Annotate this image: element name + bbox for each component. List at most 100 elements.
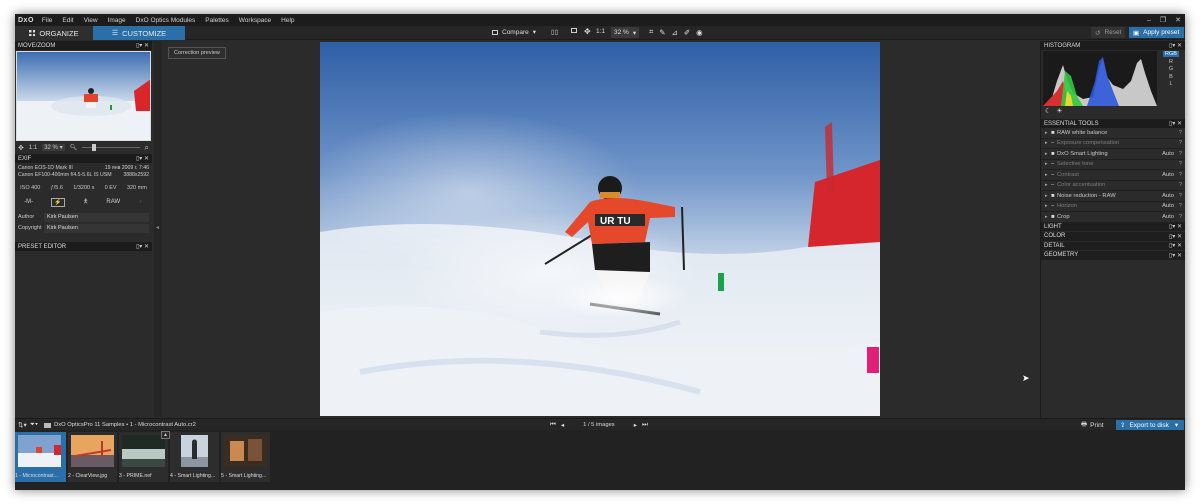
zoom-in-icon[interactable]: ⌕ [145,143,149,153]
movezoom-zoom-select[interactable]: 32 % ▾ [42,144,65,151]
tool-row[interactable]: ▸ – Selective tone? [1041,160,1185,170]
tool-row[interactable]: ▸ ■ Crop Auto? [1041,212,1185,223]
close-icon[interactable]: ✕ [1175,16,1181,24]
tool-row[interactable]: ▸ – Exposure compensation? [1041,139,1185,149]
app-window: DxO File Edit View Image DxO Optics Modu… [15,14,1185,490]
movezoom-controls: ✥ 1:1 32 % ▾ 🔍︎ ⌕ [18,143,149,152]
panel-controls-icon[interactable]: ▯▾ ✕ [1169,42,1182,49]
tool-row[interactable]: ▸ ■ DxO Smart Lighting Auto? [1041,149,1185,160]
zoom-out-icon[interactable]: 🔍︎ [70,144,78,151]
highlight-clip-icon[interactable]: ☀ [1056,107,1062,115]
menu-optics-modules[interactable]: DxO Optics Modules [136,17,196,24]
help-icon[interactable]: ? [1174,161,1182,167]
print-button[interactable]: 🖶︎ Print [1081,420,1104,430]
main-photo[interactable]: UR TU [320,42,880,416]
tool-row[interactable]: ▸ – Contrast Auto? [1041,170,1185,181]
navigator-thumbnail[interactable] [16,51,151,141]
tab-customize[interactable]: ☰ CUSTOMIZE [93,26,185,40]
help-icon[interactable]: ? [1174,193,1182,199]
tool-value: Auto [1162,203,1174,210]
panel-controls-icon[interactable]: ▯▾ ✕ [1169,233,1182,240]
tab-organize[interactable]: ORGANIZE [15,26,93,40]
filter-icon[interactable]: ⏷▾ [30,421,38,429]
menu-palettes[interactable]: Palettes [205,17,229,24]
panel-controls-icon[interactable]: ▯▾ ✕ [1169,252,1182,259]
next-image-icon[interactable]: ▸ [634,421,637,429]
channel-r[interactable]: R [1169,59,1173,65]
move-tool-button[interactable]: ✥ [584,27,591,36]
channel-g[interactable]: G [1169,66,1173,72]
minimize-icon[interactable]: – [1147,17,1151,24]
menu-help[interactable]: Help [281,17,294,24]
panel-controls-icon[interactable]: ▯▾ ✕ [136,243,149,250]
fit-button[interactable] [571,28,577,33]
help-icon[interactable]: ? [1174,214,1182,220]
zoom-select[interactable]: 32 % ▾ [611,27,640,38]
author-field[interactable]: Kirk Paulsen [44,212,149,222]
image-viewer[interactable]: Correction preview UR TU ➤ [162,41,1040,417]
tool-row[interactable]: ▸ ■ Noise reduction - RAW Auto? [1041,191,1185,202]
panel-controls-icon[interactable]: ▯▾ ✕ [1169,242,1182,249]
tool-row[interactable]: ▸ ■ RAW white balance? [1041,128,1185,139]
filmstrip-item[interactable]: 3 - PRIME.nef [119,432,168,482]
chevron-down-icon: ▾ [532,29,536,36]
crop-icon[interactable]: ⌗ [649,27,653,37]
menu-workspace[interactable]: Workspace [239,17,271,24]
tool-row[interactable]: ▸ – Horizon Auto? [1041,202,1185,212]
compare-button[interactable]: Compare ▾ [492,28,536,36]
menu-file[interactable]: File [42,17,52,24]
channel-rgb[interactable]: RGB [1163,51,1179,57]
ratio-button[interactable]: 1:1 [596,28,605,35]
help-icon[interactable]: ? [1174,151,1182,157]
channel-l[interactable]: L [1169,81,1172,87]
first-image-icon[interactable]: ⏮ [550,421,556,429]
export-button[interactable]: ⇪ Export to disk ▾ [1116,420,1184,430]
preset-editor-header[interactable]: PRESET EDITOR ▯▾ ✕ [15,242,152,251]
exif-raw: RAW [106,199,121,205]
reset-button[interactable]: ↺ Reset [1091,27,1126,38]
copyright-field[interactable]: Kirk Paulsen [44,223,149,233]
filmstrip-item[interactable]: 4 - Smart Lighting... ▲ [161,431,219,482]
menu-edit[interactable]: Edit [62,17,73,24]
restore-icon[interactable]: ❐ [1160,16,1166,24]
brush-icon[interactable]: ✐ [684,28,690,37]
channel-b[interactable]: B [1169,74,1173,80]
zoom-slider-handle[interactable] [92,144,97,151]
panel-controls-icon[interactable]: ▯▾ ✕ [1169,223,1182,230]
palette-section[interactable]: LIGHT ▯▾ ✕ [1041,222,1185,232]
filmstrip-item[interactable]: 2 - ClearView.jpg [68,432,117,482]
zoom-slider[interactable] [82,144,140,151]
sort-icon[interactable]: ⇅▾ [18,421,27,429]
help-icon[interactable]: ? [1174,203,1182,209]
eye-icon[interactable]: ◉ [696,28,703,37]
menu-view[interactable]: View [84,17,98,24]
panel-controls-icon[interactable]: ▯▾ ✕ [136,155,149,162]
menu-image[interactable]: Image [108,17,126,24]
filmstrip-item[interactable]: 1 - Microcontrast... [15,432,66,482]
compare-icon [492,29,498,35]
help-icon[interactable]: ? [1174,130,1182,136]
movezoom-ratio[interactable]: 1:1 [29,145,37,151]
move-icon[interactable]: ✥ [18,144,24,152]
palette-section[interactable]: DETAIL ▯▾ ✕ [1041,241,1185,251]
tool-row[interactable]: ▸ – Color accentuation? [1041,181,1185,191]
exif-focal: 320 mm [126,185,147,191]
panel-controls-icon[interactable]: ▯▾ ✕ [1169,120,1182,127]
picker-icon[interactable]: ✎ [659,28,665,37]
apply-preset-button[interactable]: ▣ Apply preset [1129,27,1184,38]
left-panel-collapse[interactable]: ◂ [154,41,162,417]
split-view-button[interactable]: ▯▯ [551,28,558,36]
panel-controls-icon[interactable]: ▯▾ ✕ [136,42,149,49]
prev-image-icon[interactable]: ◂ [561,421,564,429]
last-image-icon[interactable]: ⏭ [642,421,648,429]
help-icon[interactable]: ? [1174,182,1182,188]
shadow-clip-icon[interactable]: ☾ [1045,107,1051,115]
palette-section[interactable]: COLOR ▯▾ ✕ [1041,232,1185,242]
horizon-icon[interactable]: ⊿ [672,28,678,37]
help-icon[interactable]: ? [1174,140,1182,146]
help-icon[interactable]: ? [1174,172,1182,178]
palette-section[interactable]: GEOMETRY ▯▾ ✕ [1041,251,1185,261]
filmstrip-item[interactable]: 5 - Smart Lighting... [221,432,270,482]
filmstrip: 1 - Microcontrast... 2 - ClearView.jpg 3… [15,430,1185,490]
tool-value: Auto [1162,192,1174,199]
